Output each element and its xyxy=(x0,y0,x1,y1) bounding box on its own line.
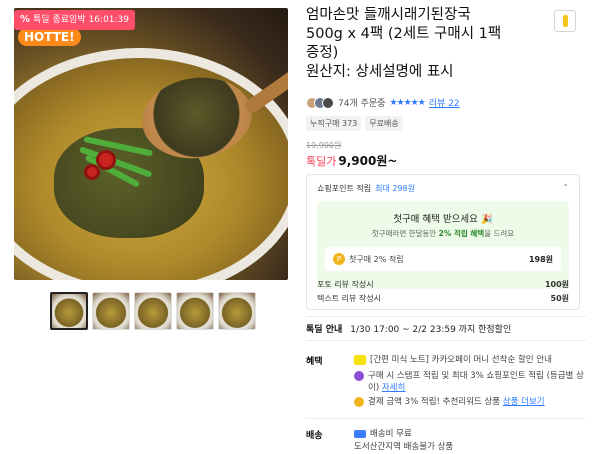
original-price: 19,900원 xyxy=(306,141,342,150)
thumbnail-strip xyxy=(50,292,256,330)
thumbnail-5[interactable] xyxy=(218,292,256,330)
shipping-fee: 배송비 무료 xyxy=(354,428,584,440)
details-link[interactable]: 자세히 xyxy=(382,383,405,393)
points-max: 최대 298원 xyxy=(375,184,415,193)
product-title: 엄마손맛 들깨시래기된장국 500g x 4팩 (2세트 구매시 1팩 증정) … xyxy=(306,6,546,82)
brand-logo: HOTTE! xyxy=(18,28,81,46)
shipping-label: 배송 xyxy=(306,431,323,441)
point-icon xyxy=(354,371,364,381)
title-line: 500g x 4팩 (2세트 구매시 1팩 xyxy=(306,26,502,42)
deal-badge-label: 특딜 종료임박 xyxy=(33,15,86,25)
thumbnail-3[interactable] xyxy=(134,292,172,330)
points-header: 쇼핑포인트 적립 최대 298원 xyxy=(317,183,415,194)
shipping-note: 도서산간지역 배송불가 상품 xyxy=(354,442,454,452)
thumbnail-4[interactable] xyxy=(176,292,214,330)
tag-list: 누적구매 373 무료배송 xyxy=(306,116,403,131)
deal-price: 9,900원~ xyxy=(338,154,398,168)
benefit-item-reward: 결제 금액 3% 적립! 추천리워드 상품 상품 더보기 xyxy=(354,396,584,408)
points-title: 쇼핑포인트 적립 xyxy=(317,184,372,193)
deal-price-label: 톡딜가 xyxy=(306,155,337,168)
truck-icon xyxy=(354,430,366,438)
deal-period-label: 톡딜 안내 xyxy=(306,325,343,335)
more-products-link[interactable]: 상품 더보기 xyxy=(503,397,545,407)
chili-image xyxy=(84,164,100,180)
kakaopay-icon xyxy=(354,355,366,365)
reviews-row: 74개 주문중 ★★★★★ 리뷰 22 xyxy=(306,96,460,109)
deal-timer: 16:01:39 xyxy=(88,15,129,25)
title-line: 원산지: 상세설명에 표시 xyxy=(306,64,454,80)
first-buy-row-amount: 198원 xyxy=(528,254,553,264)
deal-period-value: 1/30 17:00 ~ 2/2 23:59 까지 한정할인 xyxy=(350,325,512,335)
first-buy-row: P 첫구매 2% 적립 198원 xyxy=(325,247,561,271)
first-buy-subtitle: 첫구매라면 한달동안 2% 적립 혜택을 드려요 xyxy=(371,229,515,238)
text-review-row: 텍스트 리뷰 작성시 50원 xyxy=(317,294,569,303)
thumbnail-1[interactable] xyxy=(50,292,88,330)
first-buy-title: 첫구매 혜택 받으세요 🎉 xyxy=(393,214,493,225)
divider xyxy=(306,316,586,317)
benefits-label: 혜택 xyxy=(306,357,323,367)
party-icon: 🎉 xyxy=(480,214,493,225)
discount-icon: % xyxy=(20,14,31,25)
review-link[interactable]: 리뷰 22 xyxy=(429,96,460,109)
thumbnail-2[interactable] xyxy=(92,292,130,330)
buyer-avatars xyxy=(306,96,334,109)
chevron-up-icon[interactable]: ⌃ xyxy=(562,183,569,192)
title-line: 증정) xyxy=(306,45,339,61)
deal-period-row: 톡딜 안내 1/30 17:00 ~ 2/2 23:59 까지 한정할인 xyxy=(306,322,511,335)
chili-image xyxy=(96,150,116,170)
points-panel: 쇼핑포인트 적립 최대 298원 ⌃ 첫구매 혜택 받으세요 🎉 첫구매라면 한… xyxy=(306,174,580,310)
divider xyxy=(306,340,586,341)
photo-review-row: 포토 리뷰 작성시 100원 xyxy=(317,280,569,289)
coin-icon xyxy=(354,397,364,407)
first-buy-row-label: 첫구매 2% 적립 xyxy=(349,254,404,264)
star-rating: ★★★★★ xyxy=(389,97,425,108)
product-main-image xyxy=(14,8,288,280)
order-count: 74개 주문중 xyxy=(338,99,386,109)
first-buy-card: 첫구매 혜택 받으세요 🎉 첫구매라면 한달동안 2% 적립 혜택을 드려요 P… xyxy=(317,201,569,289)
share-icon[interactable] xyxy=(554,10,576,32)
tag-free-shipping: 무료배송 xyxy=(365,116,403,131)
divider xyxy=(306,418,586,419)
benefit-item-kakaopay[interactable]: [간편 미식 노트] 카카오페이 머니 선착순 할인 안내 xyxy=(354,354,584,366)
price-row: 톡딜가 9,900원~ xyxy=(306,152,397,169)
deal-badge: % 특딜 종료임박 16:01:39 xyxy=(14,10,135,30)
benefit-item-stamp: 구매 시 스탬프 적립 및 최대 3% 쇼핑포인트 적립 (등급별 상이) 자세… xyxy=(354,370,584,394)
tag-cumulative: 누적구매 373 xyxy=(306,116,362,131)
title-line: 엄마손맛 들깨시래기된장국 xyxy=(306,7,471,23)
point-coin-icon: P xyxy=(333,253,345,265)
